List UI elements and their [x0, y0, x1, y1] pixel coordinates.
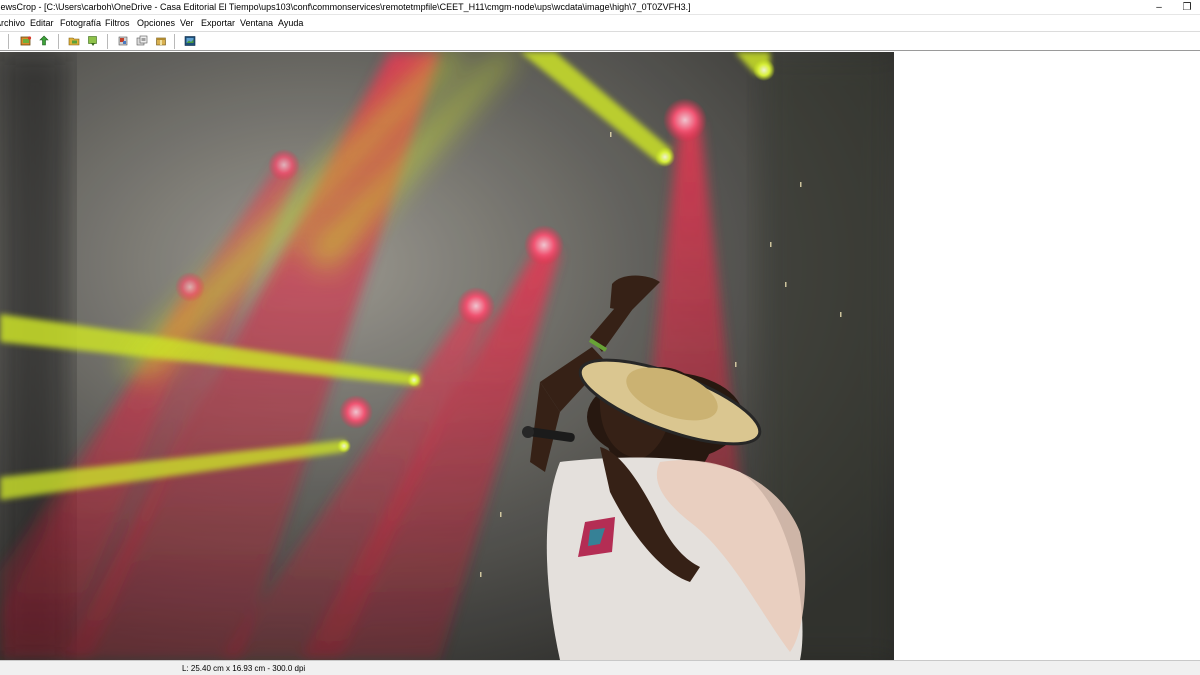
toolbar	[0, 31, 1200, 51]
import-arrow-icon	[39, 35, 49, 46]
menu-ayuda[interactable]: Ayuda	[278, 18, 303, 28]
folder-image-button[interactable]	[68, 35, 80, 47]
tag-image-button[interactable]	[87, 35, 99, 47]
export-image-button[interactable]	[184, 35, 196, 47]
toolbar-separator	[174, 34, 175, 49]
title-bar: NewsCrop - [C:\Users\carboh\OneDrive - C…	[0, 0, 1200, 15]
image-canvas[interactable]	[0, 52, 1200, 660]
toolbar-separator	[107, 34, 108, 49]
maximize-button[interactable]: ❐	[1176, 0, 1198, 14]
package-image-icon	[156, 37, 166, 46]
open-image-button[interactable]	[20, 35, 32, 47]
menu-opciones[interactable]: Opciones	[137, 18, 175, 28]
menu-ventana[interactable]: Ventana	[240, 18, 273, 28]
restore-icon: ❐	[1182, 1, 1192, 13]
image-dimensions: L: 25.40 cm x 16.93 cm - 300.0 dpi	[182, 664, 306, 673]
import-button[interactable]	[38, 35, 50, 47]
tag-image-icon	[88, 36, 97, 46]
minimize-icon: –	[1156, 1, 1162, 13]
menu-fotografia[interactable]: Fotografía	[60, 18, 101, 28]
window-title: NewsCrop - [C:\Users\carboh\OneDrive - C…	[0, 2, 691, 12]
crop-image-button[interactable]	[117, 35, 129, 47]
menu-archivo[interactable]: Archivo	[0, 18, 25, 28]
open-image-icon	[20, 36, 32, 46]
export-image-icon	[184, 36, 196, 46]
crop-image-icon	[118, 36, 128, 46]
menu-filtros[interactable]: Filtros	[105, 18, 130, 28]
toolbar-separator	[8, 34, 9, 49]
menu-editar[interactable]: Editar	[30, 18, 54, 28]
minimize-button[interactable]: –	[1148, 0, 1170, 14]
status-bar: L: 25.40 cm x 16.93 cm - 300.0 dpi	[0, 660, 1200, 675]
menu-exportar[interactable]: Exportar	[201, 18, 235, 28]
menu-ver[interactable]: Ver	[180, 18, 194, 28]
stage-photo[interactable]	[0, 52, 894, 660]
folder-image-icon	[68, 37, 80, 46]
stage-photo-image	[0, 52, 894, 660]
copy-image-icon	[136, 35, 148, 46]
package-image-button[interactable]	[155, 35, 167, 47]
toolbar-separator	[58, 34, 59, 49]
menu-bar: Archivo Editar Fotografía Filtros Opcion…	[0, 15, 1200, 31]
copy-image-button[interactable]	[136, 35, 148, 47]
